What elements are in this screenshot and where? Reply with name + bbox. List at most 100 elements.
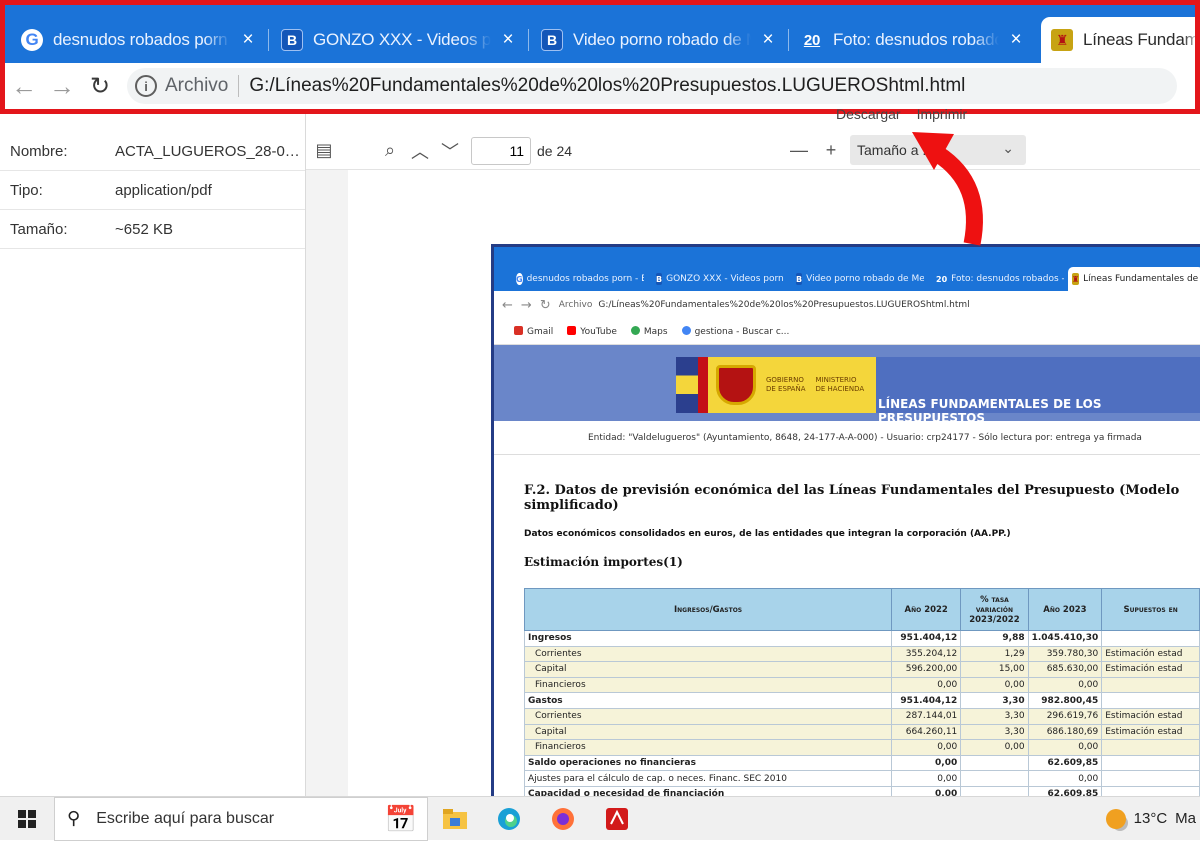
embedded-toolbar: ← → ↻ Archivo G:/Líneas%20Fundamentales%20… [502,297,970,313]
google-icon: G [21,29,43,51]
table-cell: Capital [523,723,893,741]
tab-5-active[interactable]: ♜ Líneas Fundamentales de los [1041,17,1195,63]
table-row: Gastos 951.404,12 3,30 982.800,45 [523,692,1200,709]
table-cell [1101,754,1200,772]
table-cell: 3,30 [960,692,1029,709]
table-cell: 951.404,12 [891,630,962,647]
table-cell: 0,00 [891,676,962,694]
weather-icon[interactable] [1105,808,1126,829]
table-cell: 0,00 [1027,739,1103,756]
table-cell [1101,770,1200,787]
file-explorer-icon[interactable] [428,797,482,841]
table-row: Corrientes 287.144,01 3,30 296.619,76 Estima… [523,707,1200,725]
table-row: Financieros 0,00 0,00 0,00 [523,676,1200,694]
chevron-down-icon[interactable]: ﹀ [435,136,465,166]
address-url[interactable]: G:/Líneas%20Fundamentales%20de%20los%20P… [249,75,965,97]
chevron-down-icon: ⌄ [1002,140,1014,156]
table-row: Financieros 0,00 0,00 0,00 [523,739,1200,756]
table-cell: 3,30 [960,707,1029,725]
calendar-icon: 📅 [384,803,417,834]
chevron-up-icon[interactable]: ︿ [405,136,435,166]
sidebar-toggle-icon[interactable]: ▤ [309,136,339,166]
address-bar[interactable]: i Archivo G:/Líneas%20Fundamentales%20de… [127,68,1177,104]
table-cell: 0,00 [891,785,962,796]
windows-start-icon[interactable] [0,797,54,841]
table-cell: 287.144,01 [891,707,962,725]
download-link[interactable]: Descargar [836,106,901,122]
table-cell [1101,630,1200,647]
table-cell: 62.609,85 [1027,785,1103,796]
back-icon[interactable]: ← [5,67,43,105]
forward-icon[interactable]: → [43,67,81,105]
b-site-icon: B [281,29,303,51]
table-cell: 686.180,69 [1027,723,1103,741]
table-cell: 355.204,12 [891,645,962,663]
info-row-type: Tipo: application/pdf [0,171,305,210]
table-cell: 0,00 [960,739,1029,756]
info-row-name: Nombre: ACTA_LUGUEROS_28-09-... [0,132,305,171]
spain-gov-icon: ♜ [1051,29,1073,51]
close-icon[interactable]: × [497,29,519,51]
table-cell: 685.630,00 [1027,661,1103,678]
pdf-toolbar: ▤ ⌕ ︿ ﹀ de 24 — + Tamaño a ... o ⌄ [306,132,1200,170]
table-header: % tasa variación 2023/2022 [960,588,1029,631]
zoom-in-icon[interactable]: + [816,136,846,166]
table-row: Corrientes 355.204,12 1,29 359.780,30 Estima… [523,645,1200,663]
taskbar-search[interactable]: ⚲ Escribe aquí para buscar 📅 [54,796,428,841]
close-icon[interactable]: × [1005,29,1027,51]
table-cell: 596.200,00 [891,661,962,678]
table-cell: Estimación estad [1101,707,1200,725]
table-cell: 0,00 [891,739,962,756]
download-actions: Descargar Imprimir [836,106,967,122]
table-header: Supuestos en [1101,588,1200,631]
table-cell: Gastos [523,692,893,709]
table-cell: 0,00 [1027,676,1103,694]
close-icon[interactable]: × [757,29,779,51]
search-icon[interactable]: ⌕ [375,136,405,166]
reload-icon[interactable]: ↻ [81,67,119,105]
temperature[interactable]: 13°C [1134,810,1168,827]
address-scheme-label: Archivo [165,75,229,96]
tab-3[interactable]: B Video porno robado de Meg × [531,17,789,63]
close-icon[interactable]: × [237,29,259,51]
zoom-out-icon[interactable]: — [784,136,814,166]
table-row: Ingresos 951.404,12 9,88 1.045.410,30 [523,630,1200,647]
table-cell: 1,29 [960,645,1029,663]
weather-text[interactable]: Ma [1175,810,1196,827]
firefox-icon[interactable] [536,797,590,841]
table-cell: Financieros [523,739,893,756]
info-row-size: Tamaño: ~652 KB [0,210,305,249]
table-cell: Estimación estad [1101,723,1200,741]
table-cell: 0,00 [1027,770,1103,787]
table-cell: 359.780,30 [1027,645,1103,663]
20-site-icon: 20 [803,31,821,49]
embedded-screenshot: Gdesnudos robados porn - Bú B GONZO XXX -… [491,244,1200,796]
table-cell [1101,785,1200,796]
table-header: Año 2022 [891,588,962,631]
gov-logo: GOBIERNO DE ESPAÑA MINISTERIO DE HACIEND… [676,357,876,413]
table-cell [1101,676,1200,694]
table-row: Capacidad o necesidad de financiación 0,0… [523,785,1200,796]
coat-of-arms-icon [716,365,756,405]
doc-subheading: Datos económicos consolidados en euros, … [524,529,1011,539]
tab-2[interactable]: B GONZO XXX - Videos porno × [271,17,529,63]
edge-icon[interactable] [482,797,536,841]
system-tray: 13°C Ma [1105,808,1200,829]
acrobat-icon[interactable] [590,797,644,841]
tab-1[interactable]: G desnudos robados porn - Bú × [11,17,269,63]
table-cell: Capacidad o necesidad de financiación [523,785,893,796]
info-icon[interactable]: i [135,75,157,97]
browser-toolbar: ← → ↻ i Archivo G:/Líneas%20Fundamentale… [5,63,1195,109]
page-number-input[interactable] [471,136,531,165]
tab-strip: G desnudos robados porn - Bú × B GONZO X… [5,5,1195,63]
gov-banner: GOBIERNO DE ESPAÑA MINISTERIO DE HACIEND… [494,345,1200,425]
doc-heading: F.2. Datos de previsión económica del la… [524,483,1180,513]
table-cell [960,754,1029,772]
table-row: Saldo operaciones no financieras 0,00 62.6… [523,754,1200,772]
table-cell: Corrientes [523,645,893,663]
tab-4[interactable]: 20 Foto: desnudos robados - el × [791,17,1037,63]
search-icon: ⚲ [67,808,81,828]
table-cell: 0,00 [891,770,962,787]
table-cell: Ajustes para el cálculo de cap. o neces.… [523,770,893,787]
print-link[interactable]: Imprimir [917,106,968,122]
